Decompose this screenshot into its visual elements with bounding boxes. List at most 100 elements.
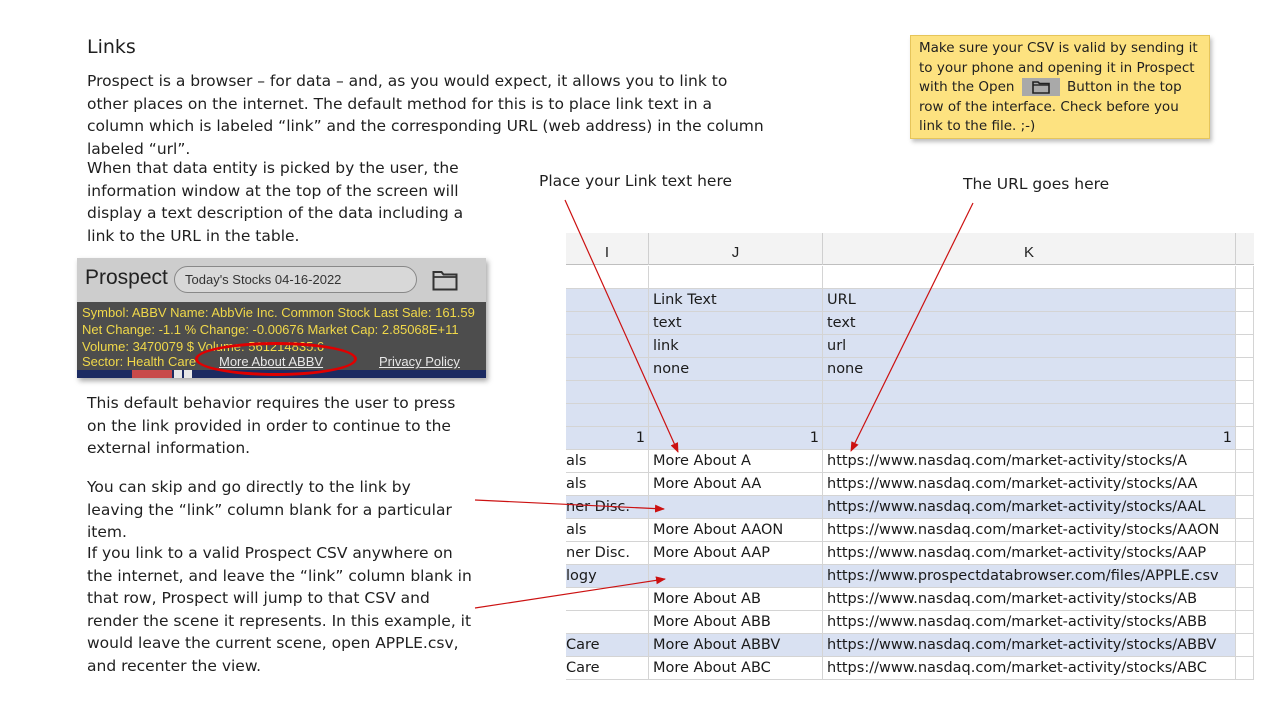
cell-j[interactable] <box>649 496 823 519</box>
cell-k[interactable]: https://www.prospectdatabrowser.com/file… <box>823 565 1236 588</box>
cell-i[interactable]: Care <box>566 657 649 680</box>
cell-l[interactable] <box>1236 427 1254 450</box>
cell-l[interactable] <box>1236 542 1254 565</box>
cell-j[interactable]: text <box>649 312 823 335</box>
cell-k[interactable]: https://www.nasdaq.com/market-activity/s… <box>823 657 1236 680</box>
csv-link-paragraph: If you link to a valid Prospect CSV anyw… <box>87 544 472 675</box>
cell-k[interactable]: https://www.nasdaq.com/market-activity/s… <box>823 450 1236 473</box>
link-highlight-oval <box>195 342 357 376</box>
table-row: logy https://www.prospectdatabrowser.com/… <box>566 565 1254 588</box>
folder-icon[interactable] <box>432 270 458 296</box>
cell-k[interactable]: https://www.nasdaq.com/market-activity/s… <box>823 496 1236 519</box>
cell-k[interactable] <box>823 381 1236 404</box>
cell-l[interactable] <box>1236 289 1254 312</box>
app-logo: Prospect <box>85 266 168 289</box>
table-row <box>566 381 1254 404</box>
column-header-j[interactable]: J <box>649 233 823 265</box>
cell-i[interactable]: als <box>566 473 649 496</box>
cell-j[interactable]: More About AAON <box>649 519 823 542</box>
cell-i[interactable] <box>566 588 649 611</box>
cell-l[interactable] <box>1236 473 1254 496</box>
cell-l[interactable] <box>1236 565 1254 588</box>
cell-i[interactable]: 1 <box>566 427 649 450</box>
default-behavior-paragraph: This default behavior requires the user … <box>87 394 456 457</box>
cell-l[interactable] <box>1236 381 1254 404</box>
cell-k[interactable]: url <box>823 335 1236 358</box>
cell-j[interactable]: 1 <box>649 427 823 450</box>
cell-k[interactable] <box>823 404 1236 427</box>
cell-k[interactable] <box>823 266 1236 289</box>
table-row: none none <box>566 358 1254 381</box>
cell-i[interactable] <box>566 404 649 427</box>
cell-l[interactable] <box>1236 519 1254 542</box>
cell-i[interactable]: ner Disc. <box>566 542 649 565</box>
cell-k[interactable]: text <box>823 312 1236 335</box>
privacy-policy-link[interactable]: Privacy Policy <box>379 353 460 370</box>
cell-l[interactable] <box>1236 496 1254 519</box>
url-callout: The URL goes here <box>963 175 1110 193</box>
cell-k[interactable]: 1 <box>823 427 1236 450</box>
cell-l[interactable] <box>1236 634 1254 657</box>
cell-j[interactable]: More About AA <box>649 473 823 496</box>
table-row: als More About AA https://www.nasdaq.com/m… <box>566 473 1254 496</box>
cell-i[interactable] <box>566 289 649 312</box>
cell-j[interactable]: More About A <box>649 450 823 473</box>
table-row: link url <box>566 335 1254 358</box>
table-row: Care More About ABC https://www.nasdaq.com… <box>566 657 1254 680</box>
cell-j[interactable]: More About ABBV <box>649 634 823 657</box>
cell-l[interactable] <box>1236 404 1254 427</box>
cell-j[interactable]: More About ABC <box>649 657 823 680</box>
cell-i[interactable]: ner Disc. <box>566 496 649 519</box>
cell-j[interactable] <box>649 266 823 289</box>
cell-i[interactable] <box>566 335 649 358</box>
cell-l[interactable] <box>1236 335 1254 358</box>
info-window-paragraph: When that data entity is picked by the u… <box>87 159 464 245</box>
cell-j[interactable] <box>649 381 823 404</box>
scene-search-input[interactable]: Today's Stocks 04-16-2022 <box>174 266 417 293</box>
table-row: 111 <box>566 427 1254 450</box>
cell-l[interactable] <box>1236 312 1254 335</box>
table-row: text text <box>566 312 1254 335</box>
column-header-row: I J K <box>566 233 1254 265</box>
cell-k[interactable]: https://www.nasdaq.com/market-activity/s… <box>823 542 1236 565</box>
cell-i[interactable]: als <box>566 519 649 542</box>
cell-l[interactable] <box>1236 588 1254 611</box>
cell-k[interactable]: none <box>823 358 1236 381</box>
cell-l[interactable] <box>1236 450 1254 473</box>
cell-l[interactable] <box>1236 657 1254 680</box>
cell-i[interactable] <box>566 611 649 634</box>
table-row: als More About Ahttps://www.nasdaq.com/ma… <box>566 450 1254 473</box>
cell-j[interactable]: More About AAP <box>649 542 823 565</box>
cell-i[interactable] <box>566 312 649 335</box>
column-header-i[interactable]: I <box>566 233 649 265</box>
table-row: More About AB https://www.nasdaq.com/mark… <box>566 588 1254 611</box>
cell-k[interactable]: https://www.nasdaq.com/market-activity/s… <box>823 611 1236 634</box>
cell-j[interactable]: link <box>649 335 823 358</box>
cell-j[interactable]: More About ABB <box>649 611 823 634</box>
cell-l[interactable] <box>1236 266 1254 289</box>
cell-j[interactable] <box>649 404 823 427</box>
cell-l[interactable] <box>1236 611 1254 634</box>
cell-i[interactable] <box>566 358 649 381</box>
folder-icon <box>1021 78 1060 96</box>
cell-j[interactable]: none <box>649 358 823 381</box>
cell-k[interactable]: https://www.nasdaq.com/market-activity/s… <box>823 473 1236 496</box>
table-row <box>566 266 1254 289</box>
cell-k[interactable]: URL <box>823 289 1236 312</box>
column-header-k[interactable]: K <box>823 233 1236 265</box>
cell-k[interactable]: https://www.nasdaq.com/market-activity/s… <box>823 634 1236 657</box>
cell-i[interactable]: Care <box>566 634 649 657</box>
cell-k[interactable]: https://www.nasdaq.com/market-activity/s… <box>823 588 1236 611</box>
cell-i[interactable]: als <box>566 450 649 473</box>
table-row: als More About AAON https://www.nasdaq.com… <box>566 519 1254 542</box>
cell-i[interactable]: logy <box>566 565 649 588</box>
cell-l[interactable] <box>1236 358 1254 381</box>
cell-i[interactable] <box>566 266 649 289</box>
cell-j[interactable] <box>649 565 823 588</box>
cell-k[interactable]: https://www.nasdaq.com/market-activity/s… <box>823 519 1236 542</box>
table-row: ner Disc. https://www.nasdaq.com/market-a… <box>566 496 1254 519</box>
cell-j[interactable]: More About AB <box>649 588 823 611</box>
cell-i[interactable] <box>566 381 649 404</box>
cell-j[interactable]: Link Text <box>649 289 823 312</box>
sector-text: Sector: Health Care <box>82 354 197 369</box>
